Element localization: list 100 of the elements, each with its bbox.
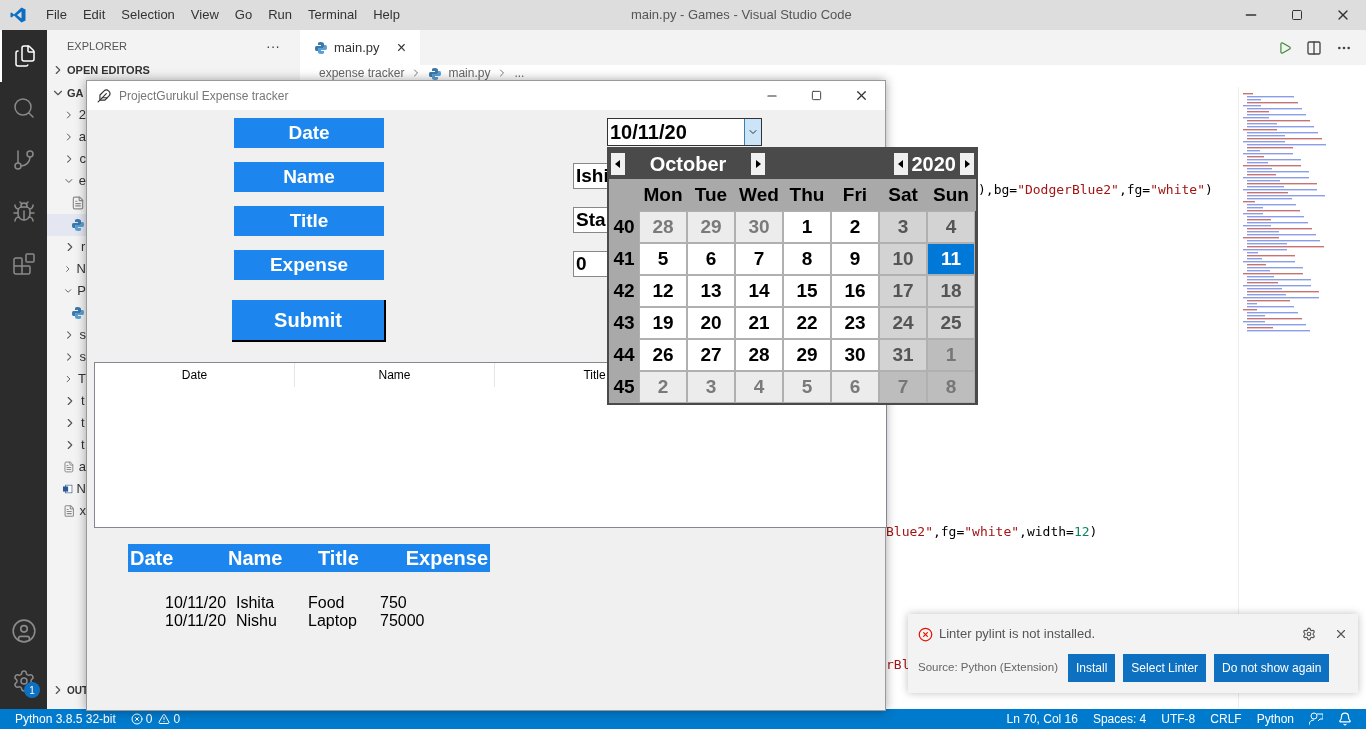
calendar-day[interactable]: 24 bbox=[879, 307, 927, 339]
calendar-day[interactable]: 5 bbox=[639, 243, 687, 275]
editor-tab[interactable]: main.py × bbox=[300, 30, 420, 65]
calendar-day[interactable]: 6 bbox=[831, 371, 879, 403]
maximize-icon[interactable] bbox=[1291, 9, 1303, 21]
menu-item[interactable]: Selection bbox=[113, 5, 183, 25]
status-item[interactable]: Python bbox=[1256, 710, 1294, 728]
calendar-day[interactable]: 14 bbox=[735, 275, 783, 307]
more-actions[interactable]: ··· bbox=[266, 35, 280, 57]
calendar-day[interactable]: 5 bbox=[783, 371, 831, 403]
calendar-day[interactable]: 4 bbox=[927, 211, 975, 243]
calendar-day[interactable]: 16 bbox=[831, 275, 879, 307]
menu-item[interactable]: Run bbox=[260, 5, 300, 25]
status-item[interactable]: CRLF bbox=[1210, 710, 1242, 728]
section-header[interactable]: GA bbox=[47, 82, 84, 104]
calendar-day[interactable]: 4 bbox=[735, 371, 783, 403]
calendar-day[interactable]: 8 bbox=[783, 243, 831, 275]
next-month-button[interactable] bbox=[751, 153, 765, 175]
calendar-day[interactable]: 28 bbox=[735, 339, 783, 371]
explorer-item[interactable]: t bbox=[47, 434, 86, 456]
calendar-day[interactable]: 1 bbox=[783, 211, 831, 243]
calendar-day[interactable]: 2 bbox=[831, 211, 879, 243]
explorer-item[interactable]: a bbox=[47, 456, 86, 478]
calendar-day[interactable]: 17 bbox=[879, 275, 927, 307]
settings-icon[interactable] bbox=[1302, 627, 1316, 641]
feedback-icon[interactable] bbox=[1309, 712, 1323, 726]
close-icon[interactable] bbox=[1334, 627, 1348, 641]
explorer-item[interactable]: s bbox=[47, 324, 86, 346]
explorer-item[interactable]: P bbox=[47, 280, 86, 302]
notification-button[interactable]: Do not show again bbox=[1214, 654, 1330, 682]
status-item[interactable]: Spaces: 4 bbox=[1092, 710, 1147, 728]
explorer-item[interactable]: t bbox=[47, 412, 86, 434]
menu-item[interactable]: File bbox=[38, 5, 75, 25]
calendar-day[interactable]: 12 bbox=[639, 275, 687, 307]
status-item[interactable]: Ln 70, Col 16 bbox=[1006, 710, 1078, 728]
calendar-day[interactable]: 23 bbox=[831, 307, 879, 339]
submit-button[interactable]: Submit bbox=[232, 300, 386, 342]
calendar-day[interactable]: 10 bbox=[879, 243, 927, 275]
explorer-item[interactable]: 2 bbox=[47, 104, 86, 126]
calendar-day[interactable]: 18 bbox=[927, 275, 975, 307]
column-header[interactable]: Name bbox=[295, 363, 495, 387]
explorer-item[interactable]: e bbox=[47, 170, 86, 192]
explorer-item[interactable]: a bbox=[47, 126, 86, 148]
calendar-day[interactable]: 31 bbox=[879, 339, 927, 371]
explorer-item[interactable]: T bbox=[47, 368, 86, 390]
calendar-day[interactable]: 30 bbox=[831, 339, 879, 371]
calendar-day[interactable]: 30 bbox=[735, 211, 783, 243]
menu-item[interactable]: View bbox=[182, 5, 227, 25]
explorer-item[interactable]: x bbox=[47, 500, 86, 522]
calendar-day[interactable]: 6 bbox=[687, 243, 735, 275]
settings-button[interactable]: 1 bbox=[0, 657, 47, 705]
explorer-item[interactable]: t bbox=[47, 390, 86, 412]
calendar-day[interactable]: 28 bbox=[639, 211, 687, 243]
notification-button[interactable]: Select Linter bbox=[1123, 654, 1207, 682]
calendar-day[interactable]: 3 bbox=[879, 211, 927, 243]
calendar-day[interactable]: 7 bbox=[735, 243, 783, 275]
status-item[interactable]: UTF-8 bbox=[1161, 710, 1196, 728]
menu-item[interactable]: Edit bbox=[74, 5, 114, 25]
calendar-day[interactable]: 20 bbox=[687, 307, 735, 339]
breadcrumb-item[interactable]: ... bbox=[514, 67, 525, 80]
breadcrumb-item[interactable]: expense tracker bbox=[319, 67, 405, 80]
calendar-day[interactable]: 21 bbox=[735, 307, 783, 339]
explorer-item[interactable]: c bbox=[47, 148, 86, 170]
menu-item[interactable]: Help bbox=[365, 5, 408, 25]
run-icon[interactable] bbox=[1278, 40, 1292, 55]
section-header[interactable]: OPEN EDITORS bbox=[47, 62, 150, 78]
calendar-day[interactable]: 29 bbox=[687, 211, 735, 243]
explorer-item[interactable] bbox=[47, 214, 86, 236]
calendar-day[interactable]: 3 bbox=[687, 371, 735, 403]
explorer-item[interactable]: N bbox=[47, 478, 86, 500]
calendar-day[interactable]: 27 bbox=[687, 339, 735, 371]
previous-month-button[interactable] bbox=[611, 153, 625, 175]
previous-year-button[interactable] bbox=[893, 153, 908, 175]
section-header[interactable]: OUT bbox=[47, 679, 89, 701]
calendar-day[interactable]: 13 bbox=[687, 275, 735, 307]
calendar-day[interactable]: 11 bbox=[927, 243, 975, 275]
menu-item[interactable]: Terminal bbox=[300, 5, 366, 25]
calendar-day[interactable]: 25 bbox=[927, 307, 975, 339]
interpreter-status[interactable]: Python 3.8.5 32-bit bbox=[15, 710, 116, 728]
calendar-day[interactable]: 19 bbox=[639, 307, 687, 339]
date-picker[interactable]: 10/11/20 bbox=[607, 118, 762, 146]
close-tab-button[interactable]: × bbox=[396, 35, 406, 60]
problems-status[interactable]: 0 0 bbox=[130, 710, 181, 728]
calendar-day[interactable]: 15 bbox=[783, 275, 831, 307]
explorer-item[interactable]: s bbox=[47, 346, 86, 368]
calendar-day[interactable]: 26 bbox=[639, 339, 687, 371]
explorer-item[interactable]: r bbox=[47, 236, 86, 258]
close-icon[interactable] bbox=[854, 88, 869, 103]
explorer-item[interactable]: N bbox=[47, 258, 86, 280]
calendar-day[interactable]: 29 bbox=[783, 339, 831, 371]
breadcrumb-item[interactable]: main.py bbox=[448, 67, 491, 80]
calendar-day[interactable]: 2 bbox=[639, 371, 687, 403]
notification-button[interactable]: Install bbox=[1068, 654, 1116, 682]
next-year-button[interactable] bbox=[960, 153, 974, 175]
calendar-day[interactable]: 22 bbox=[783, 307, 831, 339]
menu-item[interactable]: Go bbox=[226, 5, 261, 25]
account-icon[interactable] bbox=[10, 618, 37, 644]
calendar-day[interactable]: 9 bbox=[831, 243, 879, 275]
split-editor-icon[interactable] bbox=[1306, 39, 1322, 56]
bell-icon[interactable] bbox=[1338, 712, 1352, 726]
